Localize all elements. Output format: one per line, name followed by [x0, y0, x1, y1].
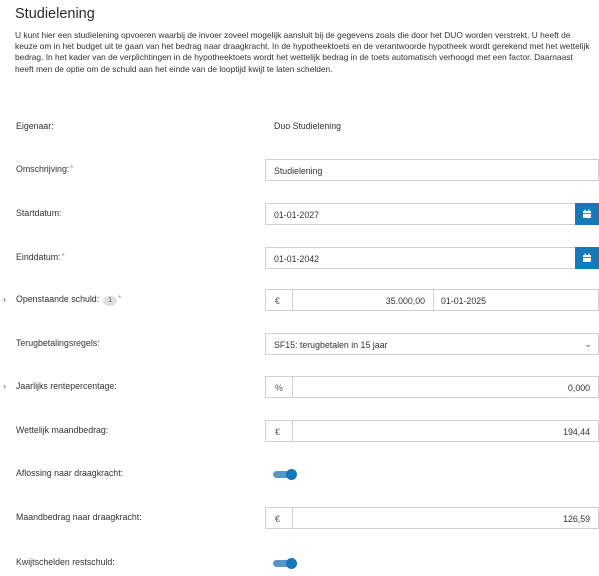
toggle-knob: [286, 469, 297, 480]
count-badge: 1: [103, 296, 118, 306]
aflossing-draagkracht-label: Aflossing naar draagkracht:: [16, 468, 124, 478]
intro-text: U kunt hier een studielening opvoeren wa…: [15, 30, 590, 74]
rentepercentage-label: Jaarlijks rentepercentage:: [16, 381, 117, 391]
openstaande-schuld-amount: 35.000,00: [385, 296, 425, 306]
kwijtschelden-label: Kwijtschelden restschuld:: [16, 557, 115, 567]
chevron-right-icon[interactable]: ›: [3, 381, 6, 391]
chevron-right-icon[interactable]: ›: [3, 294, 6, 304]
terugbetalingsregels-label: Terugbetalingsregels:: [16, 338, 100, 348]
einddatum-value: 01-01-2042: [274, 254, 319, 264]
wettelijk-maandbedrag-value: 194,44: [563, 427, 590, 437]
terugbetalingsregels-value: SF15: terugbetalen in 15 jaar: [274, 340, 388, 350]
rentepercentage-input[interactable]: 0,000: [292, 376, 599, 398]
row-aflossing-draagkracht: Aflossing naar draagkracht:: [0, 461, 599, 487]
row-omschrijving: Omschrijving:* Studielening: [0, 157, 599, 183]
openstaande-schuld-label: Openstaande schuld: 1 *: [16, 294, 122, 306]
openstaande-schuld-date: 01-01-2025: [441, 296, 486, 306]
omschrijving-label: Omschrijving:*: [16, 164, 74, 174]
openstaande-schuld-amount-input[interactable]: 35.000,00: [292, 289, 434, 311]
percent-prefix: %: [265, 376, 293, 398]
wettelijk-maandbedrag-input[interactable]: 194,44: [292, 420, 599, 442]
startdatum-calendar-button[interactable]: [575, 203, 599, 225]
required-marker: *: [70, 164, 74, 173]
aflossing-draagkracht-toggle[interactable]: [273, 469, 297, 480]
currency-prefix: €: [265, 507, 293, 529]
eigenaar-value: Duo Studielening: [274, 121, 342, 131]
terugbetalingsregels-select[interactable]: SF15: terugbetalen in 15 jaar ⌄: [265, 333, 599, 355]
startdatum-value: 01-01-2027: [274, 210, 319, 220]
required-marker: *: [118, 294, 122, 303]
row-eigenaar: Eigenaar: Duo Studielening: [0, 114, 599, 140]
calendar-icon: [583, 253, 591, 262]
openstaande-schuld-date-input[interactable]: 01-01-2025: [433, 289, 599, 311]
row-maandbedrag-draagkracht: Maandbedrag naar draagkracht: € 126,59: [0, 505, 599, 531]
eigenaar-label: Eigenaar:: [16, 121, 54, 131]
row-kwijtschelden: Kwijtschelden restschuld:: [0, 550, 599, 576]
maandbedrag-draagkracht-input[interactable]: 126,59: [292, 507, 599, 529]
chevron-down-icon: ⌄: [584, 339, 592, 349]
toggle-knob: [286, 558, 297, 569]
maandbedrag-draagkracht-value: 126,59: [563, 514, 590, 524]
row-wettelijk-maandbedrag: Wettelijk maandbedrag: € 194,44: [0, 418, 599, 444]
omschrijving-input[interactable]: Studielening: [265, 159, 599, 181]
omschrijving-value: Studielening: [274, 166, 323, 176]
row-einddatum: Einddatum:* 01-01-2042: [0, 245, 599, 271]
row-startdatum: Startdatum: 01-01-2027: [0, 201, 599, 227]
row-openstaande-schuld: › Openstaande schuld: 1 * € 35.000,00 01-0…: [0, 287, 599, 313]
maandbedrag-draagkracht-label: Maandbedrag naar draagkracht:: [16, 512, 142, 522]
wettelijk-maandbedrag-label: Wettelijk maandbedrag:: [16, 425, 109, 435]
calendar-icon: [583, 209, 591, 218]
einddatum-calendar-button[interactable]: [575, 247, 599, 269]
kwijtschelden-toggle[interactable]: [273, 558, 297, 569]
einddatum-input[interactable]: 01-01-2042: [265, 247, 576, 269]
row-rentepercentage: › Jaarlijks rentepercentage: % 0,000: [0, 374, 599, 400]
rentepercentage-value: 0,000: [567, 383, 590, 393]
currency-prefix: €: [265, 289, 293, 311]
required-marker: *: [61, 252, 65, 261]
row-terugbetalingsregels: Terugbetalingsregels: SF15: terugbetalen…: [0, 331, 599, 357]
page-title: Studielening: [15, 6, 95, 22]
startdatum-label: Startdatum:: [16, 208, 62, 218]
einddatum-label: Einddatum:*: [16, 252, 65, 262]
startdatum-input[interactable]: 01-01-2027: [265, 203, 576, 225]
currency-prefix: €: [265, 420, 293, 442]
